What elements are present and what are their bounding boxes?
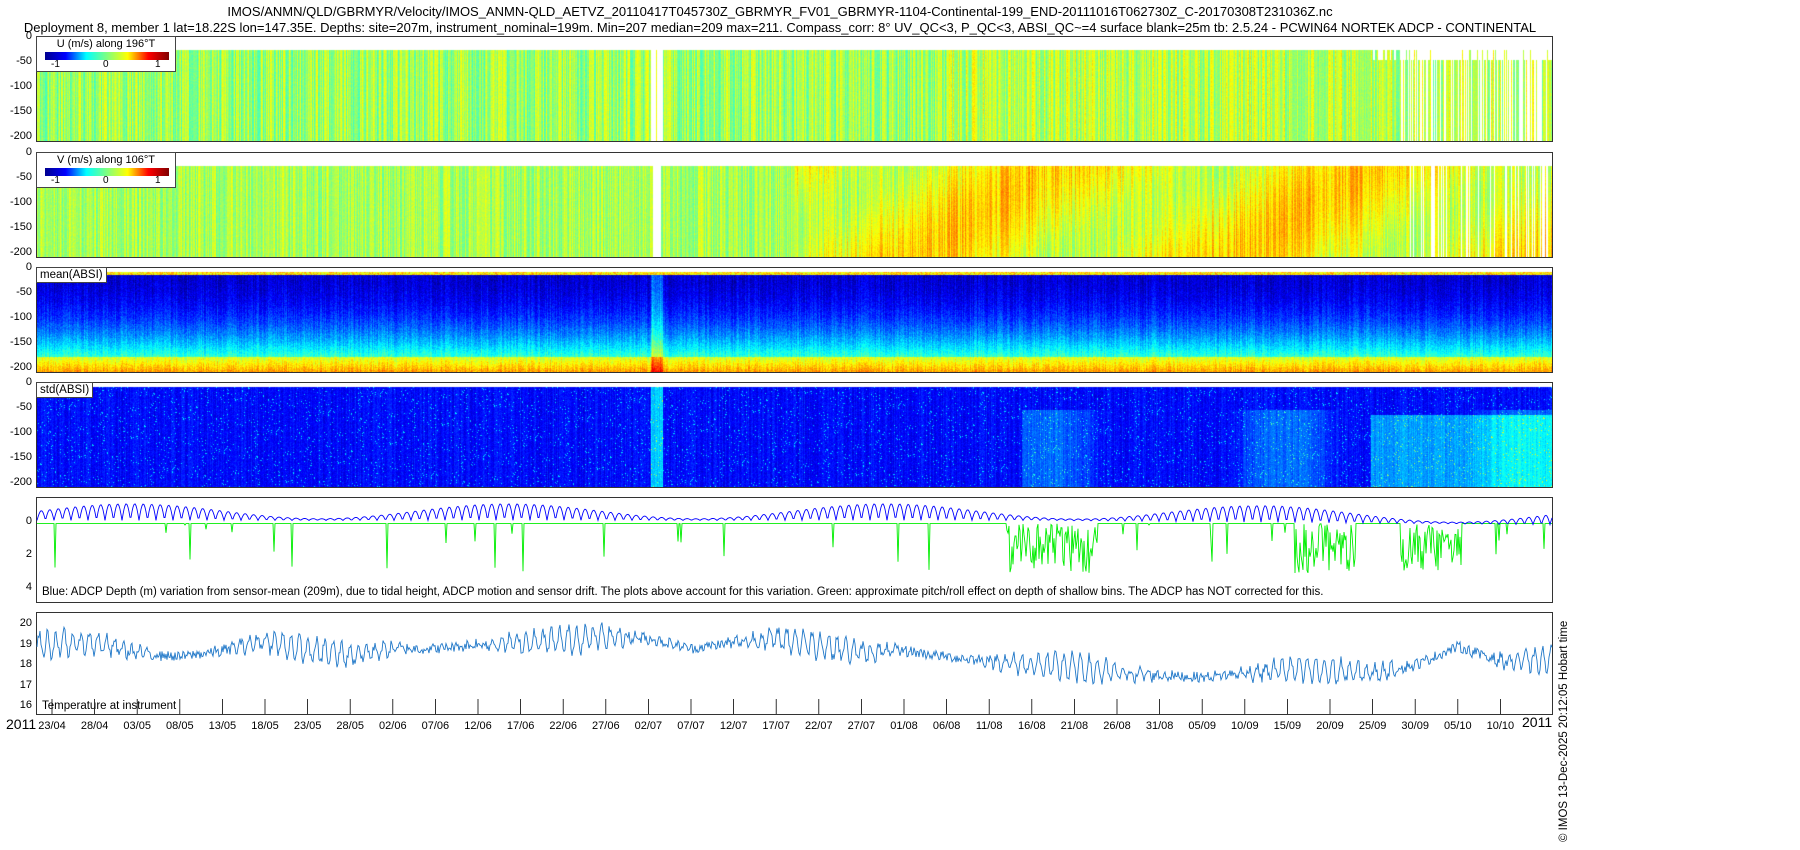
temperature-line <box>36 622 1553 685</box>
line-plots <box>36 503 1553 714</box>
adcp-depth-variation-line <box>36 503 1553 527</box>
pitch-roll-effect-line <box>37 523 1552 574</box>
